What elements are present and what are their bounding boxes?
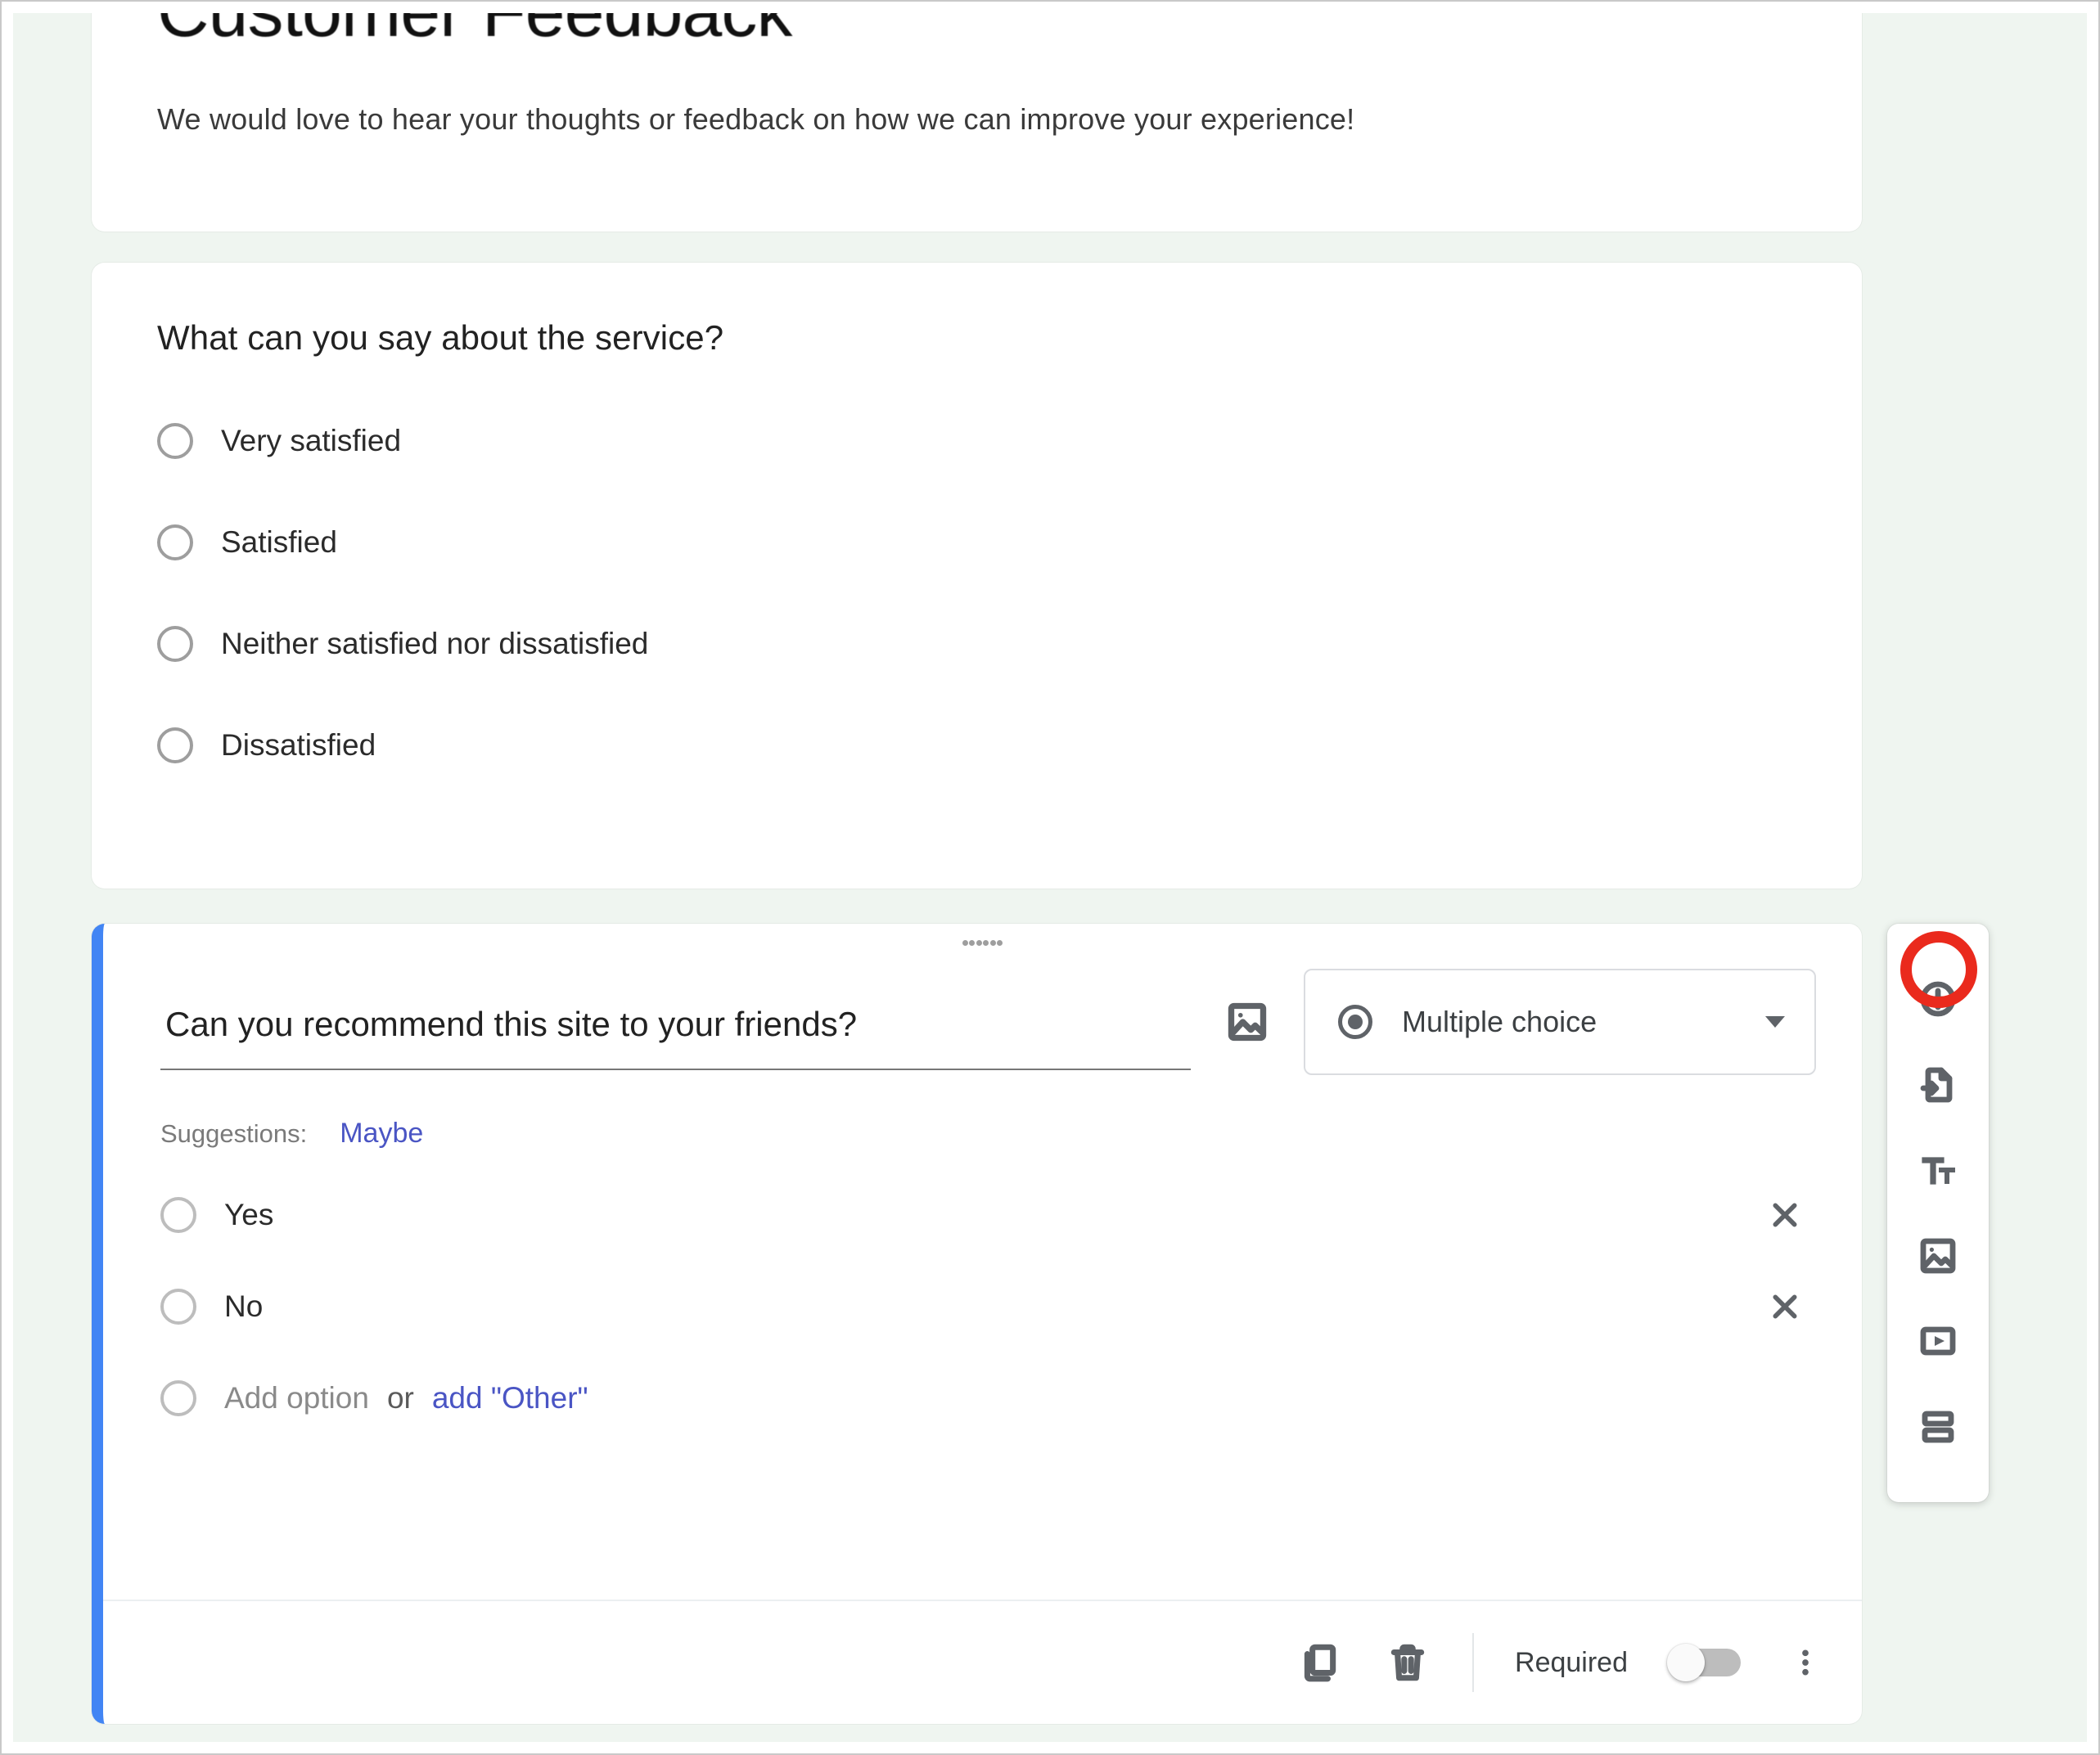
chevron-down-icon bbox=[1765, 1016, 1785, 1028]
add-video-button[interactable] bbox=[1913, 1316, 1963, 1366]
form-header-card[interactable]: Customer Feedback We would love to hear … bbox=[92, 13, 1862, 232]
add-title-button[interactable] bbox=[1913, 1145, 1963, 1195]
option-row: Very satisfied bbox=[157, 423, 1796, 459]
drag-handle-icon[interactable] bbox=[962, 940, 1003, 946]
radio-filled-icon bbox=[1338, 1005, 1372, 1039]
question-card-1[interactable]: What can you say about the service? Very… bbox=[92, 263, 1862, 889]
form-canvas: Customer Feedback We would love to hear … bbox=[13, 13, 2087, 1742]
remove-option-button[interactable] bbox=[1767, 1197, 1803, 1233]
option-row: Yes bbox=[160, 1197, 1816, 1233]
image-icon bbox=[1226, 1001, 1269, 1043]
radio-icon bbox=[157, 727, 193, 763]
question-footer: Required bbox=[103, 1600, 1862, 1724]
more-options-button[interactable] bbox=[1782, 1639, 1829, 1686]
divider bbox=[1472, 1633, 1474, 1692]
form-title[interactable]: Customer Feedback bbox=[157, 13, 1796, 52]
required-toggle[interactable] bbox=[1669, 1649, 1741, 1676]
question-title-text: Can you recommend this site to your frie… bbox=[165, 1005, 1191, 1044]
add-question-button[interactable] bbox=[1913, 974, 1963, 1024]
option-label: Neither satisfied nor dissatisfied bbox=[221, 627, 648, 661]
radio-icon bbox=[157, 626, 193, 662]
radio-icon bbox=[157, 423, 193, 459]
option-row: No bbox=[160, 1289, 1816, 1325]
video-icon bbox=[1918, 1321, 1958, 1361]
question-type-label: Multiple choice bbox=[1402, 1005, 1597, 1039]
radio-icon bbox=[157, 524, 193, 560]
delete-question-button[interactable] bbox=[1384, 1639, 1431, 1686]
option-input[interactable]: No bbox=[224, 1289, 1739, 1324]
option-label: Satisfied bbox=[221, 525, 337, 560]
close-icon bbox=[1769, 1199, 1801, 1231]
question-title: What can you say about the service? bbox=[157, 318, 1796, 358]
add-section-button[interactable] bbox=[1913, 1402, 1963, 1451]
add-other-button[interactable]: add "Other" bbox=[432, 1381, 588, 1415]
radio-icon bbox=[160, 1380, 196, 1416]
question-title-input[interactable]: Can you recommend this site to your frie… bbox=[160, 974, 1191, 1070]
option-input[interactable]: Yes bbox=[224, 1198, 1739, 1232]
remove-option-button[interactable] bbox=[1767, 1289, 1803, 1325]
question-card-2-active[interactable]: Can you recommend this site to your frie… bbox=[92, 924, 1862, 1724]
option-row: Neither satisfied nor dissatisfied bbox=[157, 626, 1796, 662]
close-icon bbox=[1769, 1290, 1801, 1323]
copy-icon bbox=[1299, 1642, 1340, 1683]
suggestions-label: Suggestions: bbox=[160, 1119, 307, 1149]
import-file-icon bbox=[1918, 1065, 1958, 1105]
more-vertical-icon bbox=[1789, 1646, 1822, 1679]
or-separator: or bbox=[387, 1381, 414, 1415]
import-questions-button[interactable] bbox=[1913, 1060, 1963, 1109]
radio-icon bbox=[160, 1289, 196, 1325]
screenshot-frame: Customer Feedback We would love to hear … bbox=[0, 0, 2100, 1755]
option-row: Dissatisfied bbox=[157, 727, 1796, 763]
add-option-button[interactable]: Add option bbox=[224, 1381, 369, 1415]
image-icon bbox=[1918, 1236, 1958, 1276]
plus-circle-icon bbox=[1918, 979, 1958, 1019]
option-row: Satisfied bbox=[157, 524, 1796, 560]
radio-icon bbox=[160, 1197, 196, 1233]
suggestion-chip[interactable]: Maybe bbox=[340, 1118, 423, 1150]
option-label: Dissatisfied bbox=[221, 728, 376, 763]
add-option-row: Add option or add "Other" bbox=[160, 1380, 1816, 1416]
toggle-knob bbox=[1667, 1644, 1705, 1681]
floating-toolbar bbox=[1887, 924, 1989, 1502]
add-image-button[interactable] bbox=[1913, 1231, 1963, 1280]
add-image-to-question-button[interactable] bbox=[1223, 998, 1271, 1046]
option-label: Very satisfied bbox=[221, 424, 401, 458]
duplicate-question-button[interactable] bbox=[1296, 1639, 1343, 1686]
form-description[interactable]: We would love to hear your thoughts or f… bbox=[157, 102, 1796, 137]
text-icon bbox=[1918, 1150, 1958, 1190]
section-icon bbox=[1918, 1407, 1958, 1447]
required-label: Required bbox=[1515, 1647, 1628, 1679]
trash-icon bbox=[1387, 1642, 1428, 1683]
question-type-dropdown[interactable]: Multiple choice bbox=[1304, 969, 1816, 1075]
